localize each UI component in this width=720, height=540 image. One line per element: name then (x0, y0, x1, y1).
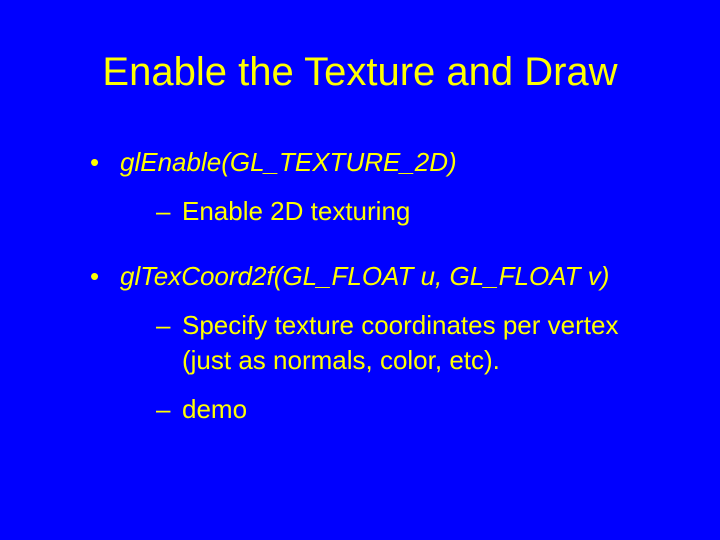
sub-bullet-item: Enable 2D texturing (156, 194, 670, 229)
sub-bullet-list: Specify texture coordinates per vertex (… (120, 308, 670, 427)
sub-bullet-item: demo (156, 392, 670, 427)
sub-bullet-text: Specify texture coordinates per vertex (… (182, 310, 618, 375)
bullet-item: glEnable(GL_TEXTURE_2D) Enable 2D textur… (90, 145, 670, 229)
bullet-list: glEnable(GL_TEXTURE_2D) Enable 2D textur… (50, 145, 670, 428)
slide: Enable the Texture and Draw glEnable(GL_… (0, 0, 720, 540)
slide-title: Enable the Texture and Draw (50, 50, 670, 95)
bullet-text: glTexCoord2f(GL_FLOAT u, GL_FLOAT v) (120, 261, 609, 291)
sub-bullet-text: Enable 2D texturing (182, 196, 410, 226)
bullet-text: glEnable(GL_TEXTURE_2D) (120, 147, 457, 177)
sub-bullet-list: Enable 2D texturing (120, 194, 670, 229)
bullet-item: glTexCoord2f(GL_FLOAT u, GL_FLOAT v) Spe… (90, 259, 670, 427)
sub-bullet-item: Specify texture coordinates per vertex (… (156, 308, 670, 378)
sub-bullet-text: demo (182, 394, 247, 424)
